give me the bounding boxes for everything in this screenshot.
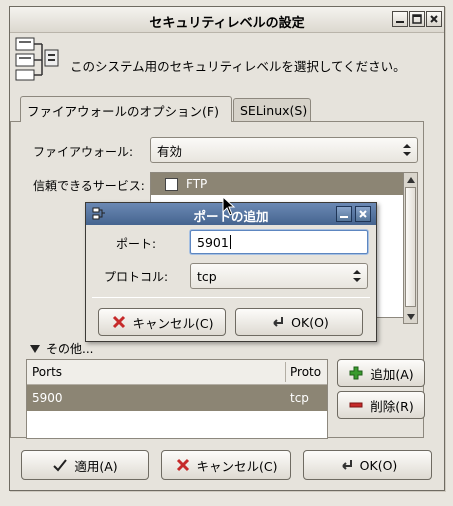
minus-icon: [349, 402, 363, 408]
firewall-value: 有効: [157, 143, 183, 159]
check-icon: [53, 459, 68, 472]
cancel-button[interactable]: キャンセル(C): [161, 450, 291, 480]
port-input[interactable]: 5901: [190, 230, 368, 254]
dialog-minimize-button[interactable]: [336, 206, 352, 222]
protocol-select[interactable]: tcp: [190, 263, 368, 289]
maximize-icon: [412, 14, 422, 24]
expander-arrow-icon: [30, 344, 40, 353]
add-port-button[interactable]: 追加(A): [337, 359, 425, 387]
apply-label: 適用(A): [74, 458, 118, 474]
plus-icon: [349, 366, 363, 380]
enter-arrow-icon: [273, 317, 284, 327]
ports-table: Ports Proto 5900 tcp: [26, 359, 328, 439]
updown-arrows-icon: [403, 144, 411, 156]
ports-table-header: Ports Proto: [27, 360, 327, 385]
tab-selinux[interactable]: SELinux(S): [233, 98, 311, 122]
cancel-label: キャンセル(C): [196, 458, 278, 474]
title-bar: セキュリティレベルの設定: [10, 7, 444, 33]
dialog-cancel-button[interactable]: キャンセル(C): [98, 308, 226, 336]
cancel-x-icon: [112, 315, 125, 329]
col-ports[interactable]: Ports: [32, 365, 62, 379]
port-label: ポート:: [116, 237, 157, 251]
other-ports-expander[interactable]: その他...: [30, 340, 93, 357]
cancel-x-icon: [176, 458, 189, 472]
other-ports-label: その他...: [46, 342, 94, 356]
table-row[interactable]: 5900 tcp: [27, 385, 327, 411]
tab-firewall-options[interactable]: ファイアウォールのオプション(F): [20, 96, 232, 122]
services-scrollbar[interactable]: [403, 172, 418, 324]
remove-label: 削除(R): [370, 398, 414, 414]
protocol-value: tcp: [197, 268, 217, 284]
enter-arrow-icon: [341, 460, 352, 470]
network-security-icon: [15, 37, 59, 81]
minimize-icon: [396, 21, 404, 23]
protocol-label: プロトコル:: [104, 270, 169, 284]
dialog-ok-label: OK(O): [291, 314, 329, 330]
scroll-thumb[interactable]: [405, 187, 416, 307]
close-icon: [359, 210, 367, 218]
dialog-cancel-label: キャンセル(C): [132, 315, 214, 331]
service-item-ftp[interactable]: FTP: [151, 173, 404, 195]
minimize-button[interactable]: [392, 11, 408, 27]
scroll-down-icon[interactable]: [407, 314, 415, 320]
maximize-button[interactable]: [409, 11, 425, 27]
close-icon: [430, 15, 438, 23]
col-proto[interactable]: Proto: [290, 365, 321, 379]
proto-cell: tcp: [290, 391, 309, 405]
services-label: 信頼できるサービス:: [33, 179, 145, 193]
dialog-separator: [92, 297, 370, 298]
ok-button[interactable]: OK(O): [303, 450, 432, 480]
firewall-select[interactable]: 有効: [150, 137, 418, 163]
mouse-cursor-icon: [222, 196, 236, 216]
service-checkbox[interactable]: [165, 177, 178, 191]
dialog-ok-button[interactable]: OK(O): [235, 308, 363, 336]
scroll-up-icon[interactable]: [407, 177, 415, 183]
firewall-label: ファイアウォール:: [33, 145, 134, 159]
service-label: FTP: [186, 177, 208, 191]
dialog-close-button[interactable]: [355, 206, 371, 222]
remove-port-button[interactable]: 削除(R): [337, 391, 425, 419]
window-title: セキュリティレベルの設定: [149, 16, 305, 31]
apply-button[interactable]: 適用(A): [21, 450, 149, 480]
close-button[interactable]: [426, 11, 442, 27]
port-cell: 5900: [32, 391, 63, 405]
add-port-dialog: ポートの追加 ポート: 5901 プロトコル: tcp キャンセル(C) OK(…: [85, 202, 377, 342]
ok-label: OK(O): [359, 457, 398, 473]
add-label: 追加(A): [370, 366, 414, 382]
updown-arrows-icon: [353, 270, 361, 282]
port-input-value: 5901: [197, 234, 229, 250]
header-text: このシステム用のセキュリティレベルを選択してください。: [70, 59, 406, 74]
minimize-icon: [340, 216, 348, 218]
